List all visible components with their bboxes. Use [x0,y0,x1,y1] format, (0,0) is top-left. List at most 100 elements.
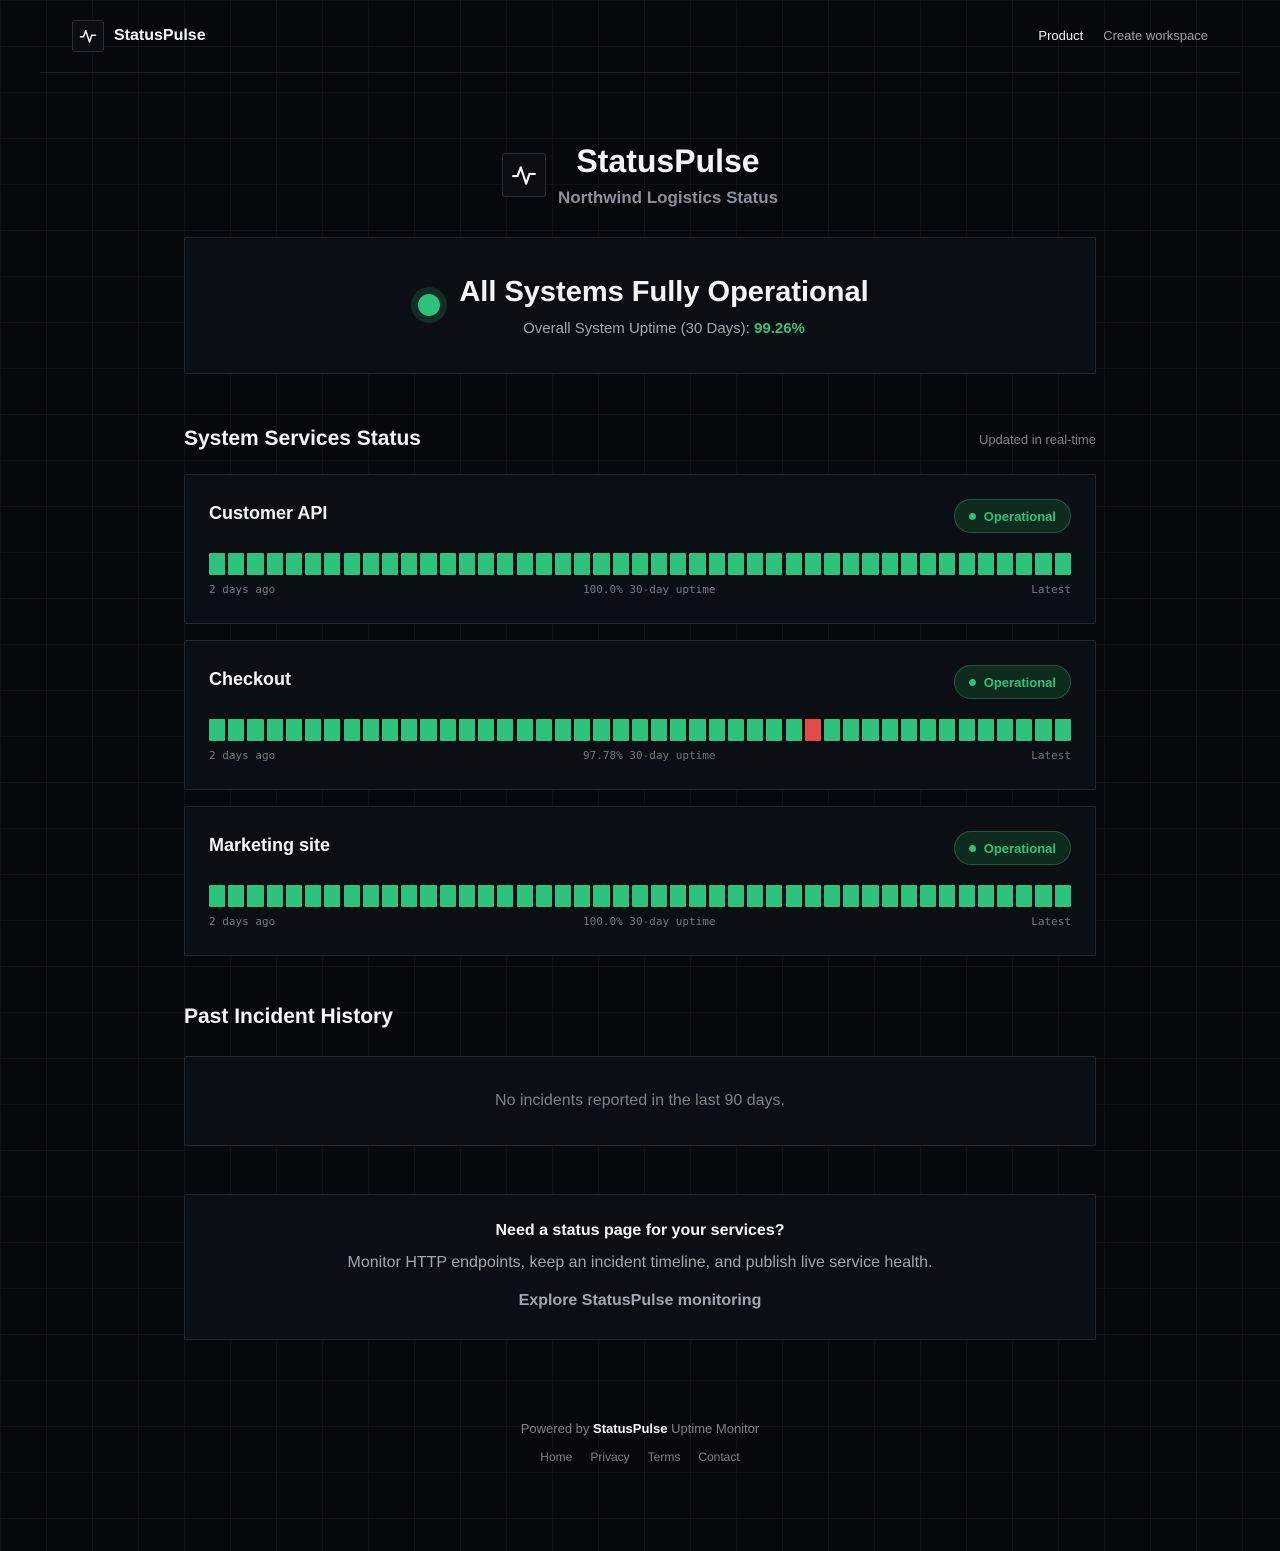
uptime-bar-up[interactable] [478,553,495,575]
uptime-bar-up[interactable] [209,885,226,907]
uptime-bar-up[interactable] [766,885,783,907]
uptime-bar-up[interactable] [228,719,245,741]
uptime-bar-up[interactable] [439,719,456,741]
uptime-bar-up[interactable] [1016,553,1033,575]
uptime-bar-up[interactable] [920,553,937,575]
uptime-bar-up[interactable] [247,885,264,907]
uptime-bar-up[interactable] [1054,553,1071,575]
uptime-bar-up[interactable] [1016,719,1033,741]
uptime-bar-up[interactable] [497,553,514,575]
uptime-bar-up[interactable] [862,553,879,575]
uptime-bar-up[interactable] [747,719,764,741]
uptime-bar-up[interactable] [324,885,341,907]
uptime-bar-up[interactable] [785,553,802,575]
uptime-bar-up[interactable] [574,553,591,575]
uptime-bar-up[interactable] [439,885,456,907]
uptime-bar-up[interactable] [1016,885,1033,907]
uptime-bar-up[interactable] [958,719,975,741]
uptime-bar-up[interactable] [881,885,898,907]
uptime-bar-up[interactable] [401,719,418,741]
uptime-bar-up[interactable] [574,885,591,907]
uptime-bar-up[interactable] [670,553,687,575]
uptime-bar-up[interactable] [766,553,783,575]
uptime-bar-up[interactable] [1035,719,1052,741]
uptime-bar-up[interactable] [209,553,226,575]
uptime-bar-up[interactable] [343,719,360,741]
uptime-bar-up[interactable] [362,719,379,741]
uptime-bar-up[interactable] [228,885,245,907]
uptime-bar-up[interactable] [996,553,1014,575]
uptime-bar-up[interactable] [996,885,1014,907]
uptime-bar-up[interactable] [458,885,475,907]
uptime-bar-up[interactable] [381,719,399,741]
uptime-bar-up[interactable] [900,719,917,741]
uptime-bar-up[interactable] [285,553,302,575]
uptime-bar-up[interactable] [266,553,283,575]
uptime-bar-up[interactable] [804,553,821,575]
uptime-bar-up[interactable] [343,553,360,575]
uptime-bar-up[interactable] [920,885,937,907]
uptime-bar-up[interactable] [439,553,456,575]
uptime-bar-up[interactable] [516,553,533,575]
uptime-bar-up[interactable] [535,719,552,741]
uptime-bar-up[interactable] [574,719,591,741]
uptime-bar-up[interactable] [458,719,475,741]
uptime-bar-up[interactable] [305,553,322,575]
uptime-bar-up[interactable] [958,553,975,575]
uptime-bar-up[interactable] [727,885,745,907]
nav-brand-link[interactable]: StatusPulse [72,20,206,52]
uptime-bar-up[interactable] [900,885,917,907]
footer-link-terms[interactable]: Terms [648,1450,681,1464]
uptime-bar-up[interactable] [881,553,898,575]
uptime-bar-up[interactable] [1054,885,1071,907]
uptime-bar-up[interactable] [612,719,629,741]
uptime-bar-up[interactable] [689,553,706,575]
uptime-bar-up[interactable] [670,719,687,741]
explore-monitoring-link[interactable]: Explore StatusPulse monitoring [519,1292,762,1310]
uptime-bar-up[interactable] [920,719,937,741]
uptime-bar-up[interactable] [516,885,533,907]
uptime-bar-up[interactable] [881,719,898,741]
uptime-bar-up[interactable] [362,885,379,907]
uptime-bar-up[interactable] [862,885,879,907]
uptime-bar-up[interactable] [996,719,1014,741]
uptime-bar-up[interactable] [843,885,860,907]
uptime-bar-up[interactable] [939,553,956,575]
uptime-bar-up[interactable] [747,553,764,575]
nav-link-create-workspace[interactable]: Create workspace [1103,28,1208,43]
uptime-bar-up[interactable] [824,553,841,575]
uptime-bar-up[interactable] [651,719,668,741]
uptime-bar-up[interactable] [228,553,245,575]
uptime-bar-up[interactable] [804,885,821,907]
footer-link-privacy[interactable]: Privacy [590,1450,629,1464]
uptime-bar-up[interactable] [651,553,668,575]
uptime-bar-up[interactable] [266,719,283,741]
uptime-bar-up[interactable] [939,719,956,741]
uptime-bar-up[interactable] [708,553,725,575]
uptime-bar-up[interactable] [977,553,994,575]
uptime-bar-up[interactable] [977,719,994,741]
uptime-bar-up[interactable] [612,885,629,907]
uptime-bar-up[interactable] [247,719,264,741]
footer-link-home[interactable]: Home [540,1450,572,1464]
uptime-bar-up[interactable] [516,719,533,741]
uptime-bar-up[interactable] [401,885,418,907]
uptime-bar-up[interactable] [1054,719,1071,741]
uptime-bar-up[interactable] [862,719,879,741]
uptime-bar-up[interactable] [554,719,572,741]
uptime-bar-up[interactable] [305,719,322,741]
uptime-bar-up[interactable] [843,553,860,575]
uptime-bar-up[interactable] [535,553,552,575]
uptime-bar-up[interactable] [285,719,302,741]
uptime-bar-up[interactable] [497,719,514,741]
uptime-bar-up[interactable] [554,553,572,575]
uptime-bar-up[interactable] [420,719,437,741]
uptime-bar-up[interactable] [324,553,341,575]
uptime-bar-up[interactable] [900,553,917,575]
uptime-bar-up[interactable] [343,885,360,907]
uptime-bar-up[interactable] [631,885,648,907]
uptime-bar-up[interactable] [785,719,802,741]
uptime-bar-up[interactable] [362,553,379,575]
uptime-bar-up[interactable] [689,719,706,741]
uptime-bar-up[interactable] [708,885,725,907]
